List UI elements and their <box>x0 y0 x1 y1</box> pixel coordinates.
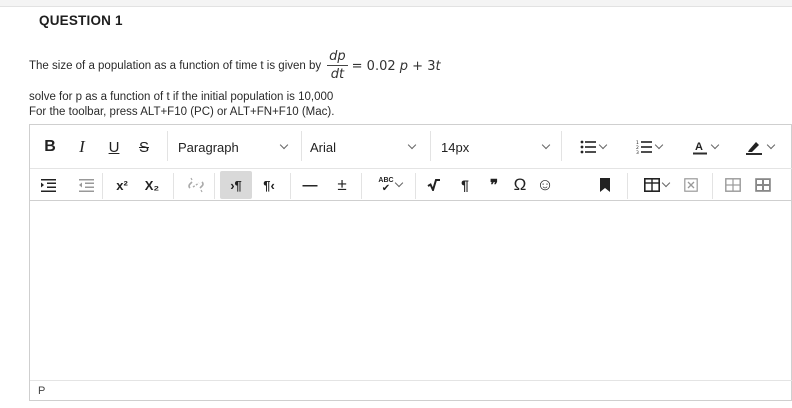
toolbar-divider <box>290 173 291 199</box>
toolbar-divider <box>561 131 562 161</box>
unlink-icon <box>188 177 204 193</box>
spellcheck-button[interactable]: ABC ✔ <box>368 172 404 198</box>
superscript-button[interactable]: x² <box>110 172 134 198</box>
rtl-direction-button[interactable]: ¶‹ <box>256 172 282 198</box>
editor-content-area[interactable] <box>30 202 792 380</box>
highlight-color-button[interactable] <box>734 134 776 160</box>
subscript-button[interactable]: X₂ <box>140 172 164 198</box>
ltr-direction-button[interactable]: ›¶ <box>220 171 252 199</box>
chevron-down-icon <box>407 140 417 150</box>
blockquote-button[interactable]: ❞ <box>484 172 504 198</box>
special-character-button[interactable]: Ω <box>508 172 532 198</box>
table-delete-icon <box>684 178 698 192</box>
numbered-list-button[interactable]: 1 2 3 <box>626 134 664 160</box>
numbered-list-icon: 1 2 3 <box>636 140 652 154</box>
square-root-icon <box>427 179 440 191</box>
insert-content-button[interactable]: ± <box>331 172 353 198</box>
rich-text-editor: B I U S Paragraph Arial 14px 1 2 3 A x² … <box>29 124 792 401</box>
chevron-down-icon <box>598 140 608 150</box>
math-equation-button[interactable] <box>423 172 445 198</box>
toolbar-divider <box>361 173 362 199</box>
font-family-dropdown[interactable]: Arial <box>304 132 426 162</box>
bookmark-icon <box>600 178 610 192</box>
toolbar-divider <box>627 173 628 199</box>
indent-icon <box>40 178 56 192</box>
editor-status-bar: P <box>30 380 792 401</box>
chevron-down-icon <box>654 140 664 150</box>
font-size-value: 14px <box>441 139 470 155</box>
paragraph-format-value: Paragraph <box>178 139 239 155</box>
underline-button[interactable]: U <box>104 134 124 160</box>
strikethrough-button[interactable]: S <box>134 134 154 160</box>
insert-table-button[interactable] <box>634 172 671 198</box>
checkmark-icon: ✔ <box>381 183 391 194</box>
bold-button[interactable]: B <box>40 134 60 160</box>
toolbar-divider <box>167 131 168 161</box>
paragraph-mark-button[interactable]: ¶ <box>455 172 475 198</box>
emoji-button[interactable]: ☺ <box>534 172 556 198</box>
toolbar-hint: For the toolbar, press ALT+F10 (PC) or A… <box>29 106 335 118</box>
toolbar-divider <box>430 131 431 161</box>
horizontal-rule-button[interactable]: — <box>300 172 320 198</box>
toolbar-divider <box>415 173 416 199</box>
unlink-button[interactable] <box>184 172 208 198</box>
font-family-value: Arial <box>310 139 337 155</box>
italic-button[interactable]: I <box>72 134 92 160</box>
table-icon <box>644 178 660 192</box>
derivative-fraction: dp dt <box>327 50 348 82</box>
toolbar-divider <box>173 173 174 199</box>
chevron-down-icon <box>541 140 551 150</box>
table-row-icon <box>725 178 741 192</box>
table-column-icon <box>755 178 771 192</box>
question-text: The size of a population as a function o… <box>29 60 322 72</box>
equation-rhs-mid: + 3 <box>408 58 436 74</box>
question-text-line: The size of a population as a function o… <box>29 45 441 87</box>
question-panel: QUESTION 1 The size of a population as a… <box>0 6 792 408</box>
bullet-list-button[interactable] <box>570 134 608 160</box>
chevron-down-icon <box>710 140 720 150</box>
highlighter-icon <box>746 142 762 155</box>
toolbar-divider <box>712 173 713 199</box>
chevron-down-icon <box>394 178 404 188</box>
table-column-button[interactable] <box>752 172 774 198</box>
toolbar-row-2: x² X₂ ›¶ ¶‹ — ± ABC ✔ ¶ ❞ Ω ☺ <box>30 169 792 201</box>
derivative-denominator: dt <box>330 67 345 82</box>
chevron-down-icon <box>279 140 289 150</box>
toolbar-divider <box>301 131 302 161</box>
equation-rhs: = 0.02 p + 3t <box>352 59 441 74</box>
table-row-button[interactable] <box>722 172 744 198</box>
chevron-down-icon <box>766 140 776 150</box>
outdent-icon <box>78 178 94 192</box>
svg-text:A: A <box>695 141 703 153</box>
font-size-dropdown[interactable]: 14px <box>433 132 558 162</box>
paragraph-format-dropdown[interactable]: Paragraph <box>170 132 298 162</box>
toolbar-divider <box>214 173 215 199</box>
outdent-button[interactable] <box>76 172 96 198</box>
indent-button[interactable] <box>38 172 58 198</box>
chevron-down-icon <box>661 178 671 188</box>
toolbar-divider <box>102 173 103 199</box>
element-path[interactable]: P <box>38 385 45 397</box>
equation-rhs-prefix: = 0.02 <box>351 58 396 74</box>
toolbar-row-1: B I U S Paragraph Arial 14px 1 2 3 A <box>30 125 792 169</box>
svg-text:3: 3 <box>636 150 639 154</box>
delete-table-button[interactable] <box>680 172 702 198</box>
bullet-list-icon <box>580 140 596 154</box>
question-instruction: solve for p as a function of t if the in… <box>29 91 334 103</box>
text-color-icon: A <box>693 141 707 155</box>
spellcheck-icon: ABC ✔ <box>378 177 393 194</box>
text-color-button[interactable]: A <box>682 134 720 160</box>
equation-var-t: t <box>435 58 441 74</box>
bookmark-button[interactable] <box>595 172 615 198</box>
equation-var-p: p <box>399 58 409 74</box>
question-title: QUESTION 1 <box>39 13 123 28</box>
derivative-numerator: dp <box>327 49 348 66</box>
